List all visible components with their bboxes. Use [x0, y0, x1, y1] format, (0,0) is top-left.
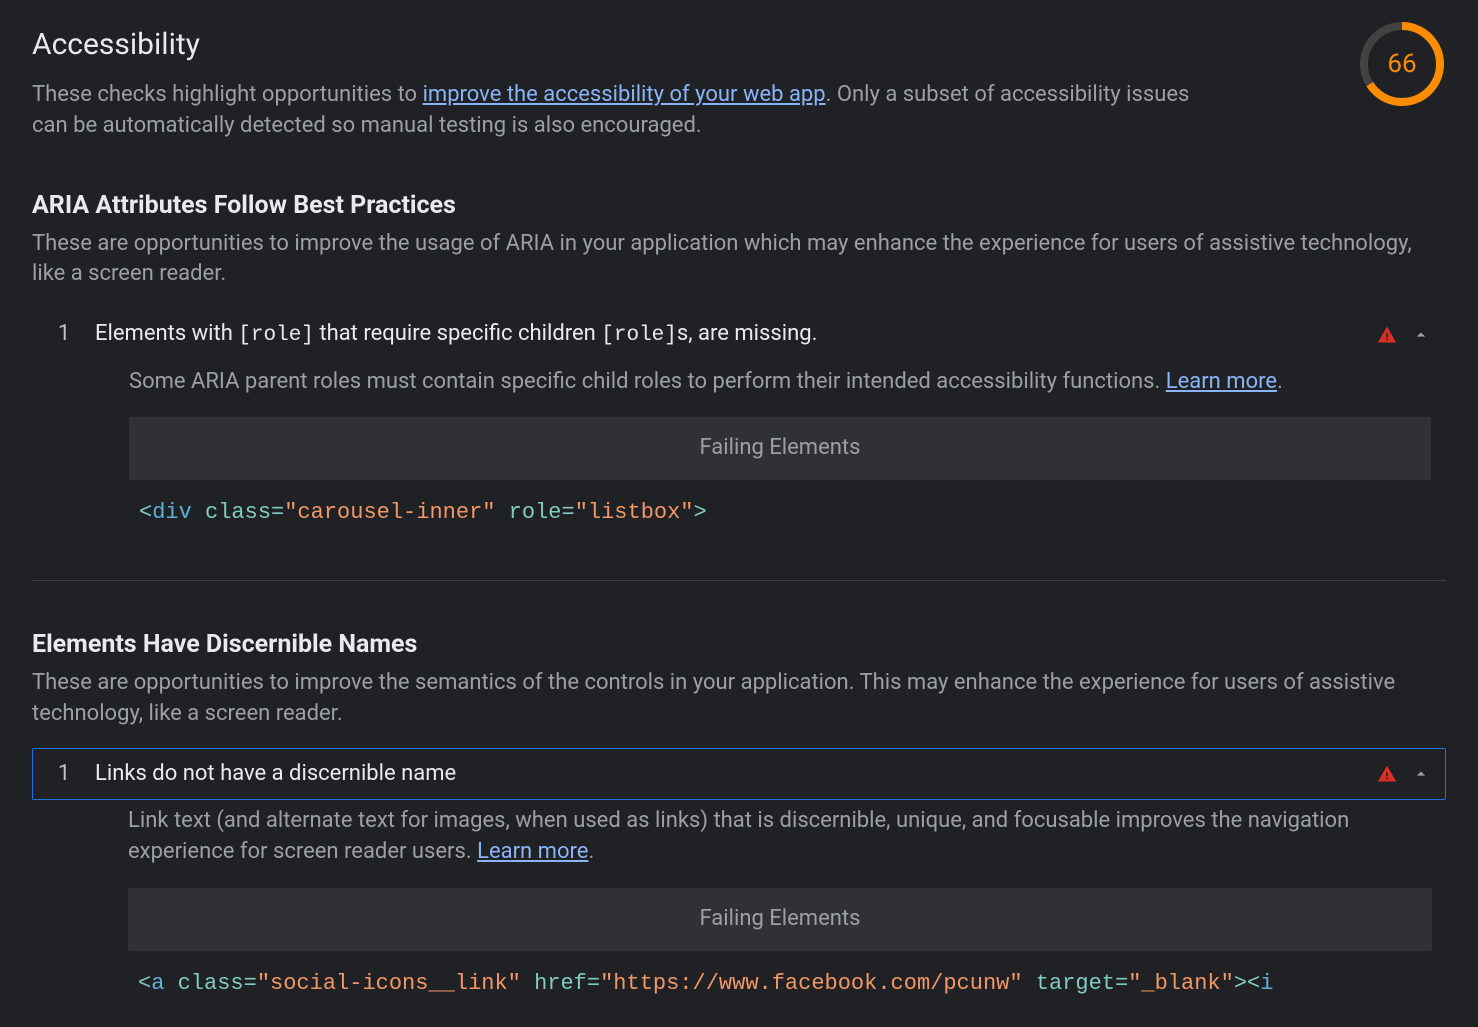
page-title: Accessibility [32, 24, 1192, 66]
section-title: Elements Have Discernible Names [32, 627, 1446, 662]
audit-header[interactable]: 1 Links do not have a discernible name [33, 749, 1445, 800]
audit-title: Elements with [role] that require specif… [95, 319, 1363, 350]
audit-count: 1 [47, 759, 81, 790]
audit-desc: Link text (and alternate text for images… [128, 806, 1432, 868]
section-desc: These are opportunities to improve the s… [32, 668, 1446, 730]
warning-icon [1377, 325, 1397, 345]
section-divider [32, 580, 1446, 581]
audit-header[interactable]: 1 Elements with [role] that require spec… [33, 309, 1445, 360]
chevron-up-icon [1411, 325, 1431, 345]
intro-text: These checks highlight opportunities to … [32, 80, 1192, 142]
section-desc: These are opportunities to improve the u… [32, 229, 1446, 291]
failing-elements-header: Failing Elements [128, 888, 1432, 951]
audit-item: 1 Elements with [role] that require spec… [32, 308, 1446, 534]
section-names: Elements Have Discernible Names These ar… [32, 627, 1446, 1004]
failing-element-code[interactable]: <a class="social-icons__link" href="http… [128, 965, 1432, 1004]
score-value: 66 [1358, 20, 1446, 108]
failing-element-code[interactable]: <div class="carousel-inner" role="listbo… [129, 494, 1431, 533]
intro-link[interactable]: improve the accessibility of your web ap… [423, 82, 826, 107]
section-aria: ARIA Attributes Follow Best Practices Th… [32, 188, 1446, 534]
audit-desc: Some ARIA parent roles must contain spec… [129, 367, 1431, 398]
section-title: ARIA Attributes Follow Best Practices [32, 188, 1446, 223]
chevron-up-icon [1411, 764, 1431, 784]
learn-more-link[interactable]: Learn more [477, 839, 588, 864]
failing-elements-header: Failing Elements [129, 417, 1431, 480]
audit-item: 1 Links do not have a discernible name [32, 748, 1446, 801]
audit-title: Links do not have a discernible name [95, 759, 1363, 790]
intro-before: These checks highlight opportunities to [32, 82, 423, 107]
score-gauge: 66 [1358, 20, 1446, 108]
warning-icon [1377, 764, 1397, 784]
audit-count: 1 [47, 319, 81, 350]
learn-more-link[interactable]: Learn more [1166, 369, 1277, 394]
